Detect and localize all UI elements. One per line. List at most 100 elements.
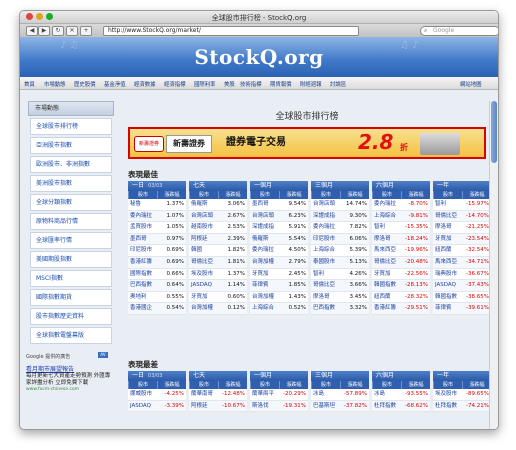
market-name[interactable]: 馬來西亞 bbox=[372, 245, 403, 256]
table-row[interactable]: JASDAQ 1.14% bbox=[189, 280, 247, 292]
market-name[interactable]: 深證成指 bbox=[311, 211, 342, 222]
market-name[interactable]: 智利 bbox=[311, 269, 342, 280]
back-icon[interactable]: ◀ bbox=[26, 26, 38, 36]
table-row[interactable]: 杜拜指數 -74.21% bbox=[433, 400, 491, 413]
google-search-field[interactable]: ⌕ Google bbox=[420, 26, 498, 36]
table-row[interactable]: 韓國指數 -28.13% bbox=[372, 280, 430, 292]
table-row[interactable]: 台灣加權 0.12% bbox=[189, 303, 247, 315]
table-row[interactable]: 上海綜合 5.39% bbox=[311, 245, 369, 257]
table-row[interactable]: 秘魯 1.37% bbox=[128, 199, 186, 211]
market-name[interactable]: 奧地利 bbox=[128, 292, 159, 303]
table-row[interactable]: 牙買加 2.45% bbox=[250, 268, 308, 281]
table-row[interactable]: 摩洛哥 -21.25% bbox=[433, 222, 491, 234]
sidebar-item[interactable]: MSCI指數 bbox=[30, 270, 112, 287]
table-row[interactable]: 國際指數 0.66% bbox=[128, 268, 186, 281]
table-row[interactable]: 智利 -15.97% bbox=[433, 199, 491, 211]
nav-item[interactable]: 技術指標 bbox=[240, 80, 262, 88]
market-name[interactable]: 巴西指數 bbox=[311, 303, 342, 314]
table-row[interactable]: 俄羅斯 5.54% bbox=[250, 233, 308, 246]
table-row[interactable]: 孟買股市 1.05% bbox=[128, 222, 186, 234]
table-row[interactable]: 印尼股市 0.69% bbox=[128, 245, 186, 257]
table-row[interactable]: 智利 4.26% bbox=[311, 268, 369, 281]
sidebar-item[interactable]: 國際指數期貨 bbox=[30, 289, 112, 306]
market-name[interactable]: 香港紅籌 bbox=[372, 303, 403, 314]
market-name[interactable]: 杜拜指數 bbox=[372, 401, 403, 412]
table-row[interactable]: 智利 -15.35% bbox=[372, 222, 430, 234]
market-name[interactable]: 斯洛伐 bbox=[250, 401, 281, 412]
market-name[interactable]: 摩洛哥 bbox=[311, 292, 342, 303]
table-row[interactable]: 哥倫比亞 -14.70% bbox=[433, 210, 491, 223]
market-name[interactable]: 墨西哥 bbox=[128, 234, 159, 245]
sidebar-item[interactable]: 股市指數歷史資料 bbox=[30, 308, 112, 325]
market-name[interactable]: 蘭華兩平 bbox=[250, 389, 281, 400]
table-row[interactable]: 香港國企 0.54% bbox=[128, 303, 186, 315]
sidebar-item[interactable]: 全球分類指數 bbox=[30, 194, 112, 211]
nav-item[interactable]: 歷史股價 bbox=[74, 80, 96, 88]
ad-url[interactable]: www.fxcm-chinese.com bbox=[26, 387, 114, 392]
nav-item[interactable]: 經濟指標 bbox=[164, 80, 186, 88]
table-row[interactable]: 上海綜合 -9.81% bbox=[372, 210, 430, 223]
table-row[interactable]: 韓國 1.82% bbox=[189, 245, 247, 257]
market-name[interactable]: 紐西蘭 bbox=[433, 245, 464, 256]
market-name[interactable]: 摩洛哥 bbox=[433, 222, 464, 233]
table-row[interactable]: 馬來西亞 -19.96% bbox=[372, 245, 430, 257]
market-name[interactable]: 俄羅斯 bbox=[189, 199, 220, 210]
table-row[interactable]: 俄羅斯 3.06% bbox=[189, 199, 247, 211]
market-name[interactable]: 哥倫比亞 bbox=[311, 280, 342, 291]
table-row[interactable]: 委內瑞拉 1.07% bbox=[128, 210, 186, 223]
market-name[interactable]: 越南股市 bbox=[189, 222, 220, 233]
table-row[interactable]: JASDAQ -37.43% bbox=[433, 280, 491, 292]
table-row[interactable]: 紐西蘭 -28.32% bbox=[372, 291, 430, 304]
market-name[interactable]: 上海綜合 bbox=[372, 211, 403, 222]
market-name[interactable]: 台灣店頭 bbox=[250, 211, 281, 222]
nav-item[interactable]: 首頁 bbox=[24, 80, 35, 88]
table-row[interactable]: 埃及股市 1.37% bbox=[189, 268, 247, 281]
market-name[interactable]: 台灣店頭 bbox=[189, 211, 220, 222]
table-row[interactable]: 香港紅籌 -29.51% bbox=[372, 303, 430, 315]
site-logo[interactable]: StockQ.org bbox=[20, 45, 498, 69]
nav-item[interactable]: 國際利率 bbox=[194, 80, 216, 88]
table-row[interactable]: 摩洛哥 3.45% bbox=[311, 291, 369, 304]
table-row[interactable]: 台灣加權 1.43% bbox=[250, 291, 308, 304]
table-row[interactable]: 阿根廷 -10.67% bbox=[189, 400, 247, 413]
market-name[interactable]: 埃及股市 bbox=[433, 389, 464, 400]
sidebar-item[interactable]: 全球指數電盤幕版 bbox=[30, 327, 112, 344]
market-name[interactable]: 委內瑞拉 bbox=[311, 222, 342, 233]
table-row[interactable]: 牙買加 -22.56% bbox=[372, 268, 430, 281]
sidebar-item[interactable]: 亞洲股市指數 bbox=[30, 137, 112, 154]
table-row[interactable]: 奧地利 0.55% bbox=[128, 291, 186, 304]
market-name[interactable]: 台灣加權 bbox=[189, 303, 220, 314]
ad-title-link[interactable]: 看月期市展望報告 bbox=[26, 364, 114, 373]
market-name[interactable]: 國際指數 bbox=[128, 269, 159, 280]
market-name[interactable]: 台灣加權 bbox=[250, 257, 281, 268]
market-name[interactable]: 瑞典股市 bbox=[433, 269, 464, 280]
market-name[interactable]: 巴基斯坦 bbox=[311, 401, 342, 412]
table-row[interactable]: 埃及股市 -89.65% bbox=[433, 389, 491, 401]
table-row[interactable]: 上海綜合 0.52% bbox=[250, 303, 308, 315]
market-name[interactable]: 智利 bbox=[433, 199, 464, 210]
table-row[interactable]: 菲律賓 -39.61% bbox=[433, 303, 491, 315]
market-name[interactable]: 冰島 bbox=[372, 389, 403, 400]
table-row[interactable]: 菲律賓 1.85% bbox=[250, 280, 308, 292]
table-row[interactable]: 杜拜指數 -68.62% bbox=[372, 400, 430, 413]
market-name[interactable]: JASDAQ bbox=[189, 280, 220, 291]
stop-icon[interactable]: ✕ bbox=[66, 26, 78, 36]
table-row[interactable]: 蘭華南哥 -12.48% bbox=[189, 389, 247, 401]
table-row[interactable]: 摩洛哥 -18.24% bbox=[372, 233, 430, 246]
market-name[interactable]: 秘魯 bbox=[128, 199, 159, 210]
table-row[interactable]: 巴基斯坦 -37.82% bbox=[311, 400, 369, 413]
market-name[interactable]: 菲律賓 bbox=[433, 303, 464, 314]
table-row[interactable]: 香港紅籌 0.69% bbox=[128, 256, 186, 269]
market-name[interactable]: 韓國指數 bbox=[372, 280, 403, 291]
market-name[interactable]: 台灣店頭 bbox=[311, 199, 342, 210]
ad-badge[interactable]: AV bbox=[98, 352, 108, 358]
table-row[interactable]: 挪威股市 -4.25% bbox=[128, 389, 186, 401]
nav-item-sitemap[interactable]: 網站地圖 bbox=[460, 80, 482, 88]
vertical-scrollbar[interactable] bbox=[489, 101, 498, 429]
scrollbar-thumb[interactable] bbox=[491, 101, 497, 163]
reload-icon[interactable]: ↻ bbox=[52, 26, 64, 36]
table-row[interactable]: 阿根廷 2.39% bbox=[189, 233, 247, 246]
market-name[interactable]: 泰國股市 bbox=[311, 257, 342, 268]
sidebar-item[interactable]: 原物料商品行情 bbox=[30, 213, 112, 230]
market-name[interactable]: 埃及股市 bbox=[189, 269, 220, 280]
